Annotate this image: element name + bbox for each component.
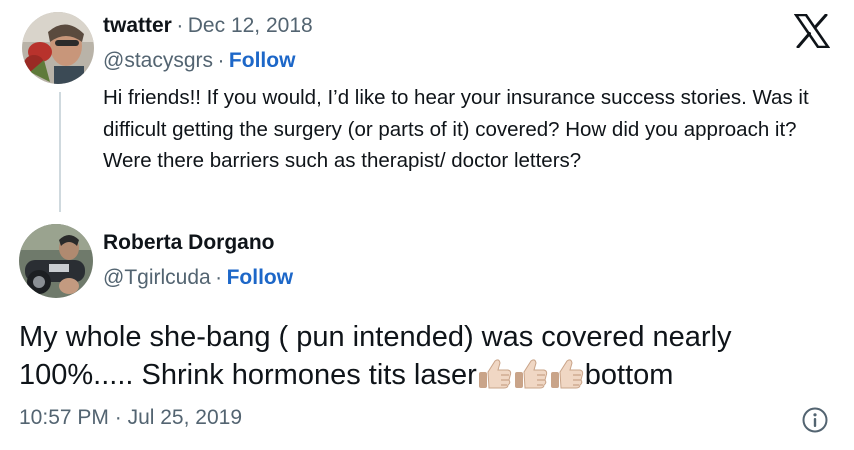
separator: · — [114, 406, 122, 429]
avatar[interactable] — [19, 224, 93, 298]
reply-display-name[interactable]: Roberta Dorgano — [103, 231, 275, 254]
follow-button[interactable]: Follow — [229, 49, 296, 72]
separator: · — [217, 49, 225, 72]
reply-handle[interactable]: @Tgirlcuda — [103, 266, 211, 289]
separator: · — [176, 14, 184, 37]
avatar[interactable] — [22, 12, 94, 84]
thumbs-up-icon — [549, 358, 585, 390]
reply-tweet-text: My whole she-bang ( pun intended) was co… — [19, 318, 819, 394]
quoted-header: twatter · Dec 12, 2018 — [103, 14, 313, 38]
tweet-time: 10:57 PM — [19, 406, 109, 429]
x-logo-icon[interactable] — [793, 13, 831, 49]
quoted-tweet-text: Hi friends!! If you would, I’d like to h… — [103, 86, 809, 172]
quoted-handle-row: @stacysgrs · Follow — [103, 49, 295, 73]
thread-connector — [59, 92, 61, 212]
quoted-display-name[interactable]: twatter — [103, 14, 172, 37]
reply-text-end: bottom — [584, 359, 674, 391]
thumbs-up-icon — [513, 358, 549, 390]
thumbs-up-icon — [477, 358, 513, 390]
info-icon[interactable] — [801, 406, 829, 434]
quoted-date[interactable]: Dec 12, 2018 — [188, 14, 313, 37]
follow-button[interactable]: Follow — [227, 266, 294, 289]
quoted-handle[interactable]: @stacysgrs — [103, 49, 213, 72]
reply-header: Roberta Dorgano — [103, 231, 275, 255]
separator: · — [215, 266, 223, 289]
tweet-timestamp[interactable]: 10:57 PM · Jul 25, 2019 — [19, 406, 242, 430]
tweet-date: Jul 25, 2019 — [127, 406, 243, 429]
reply-handle-row: @Tgirlcuda · Follow — [103, 266, 293, 290]
emoji-group — [477, 359, 585, 391]
